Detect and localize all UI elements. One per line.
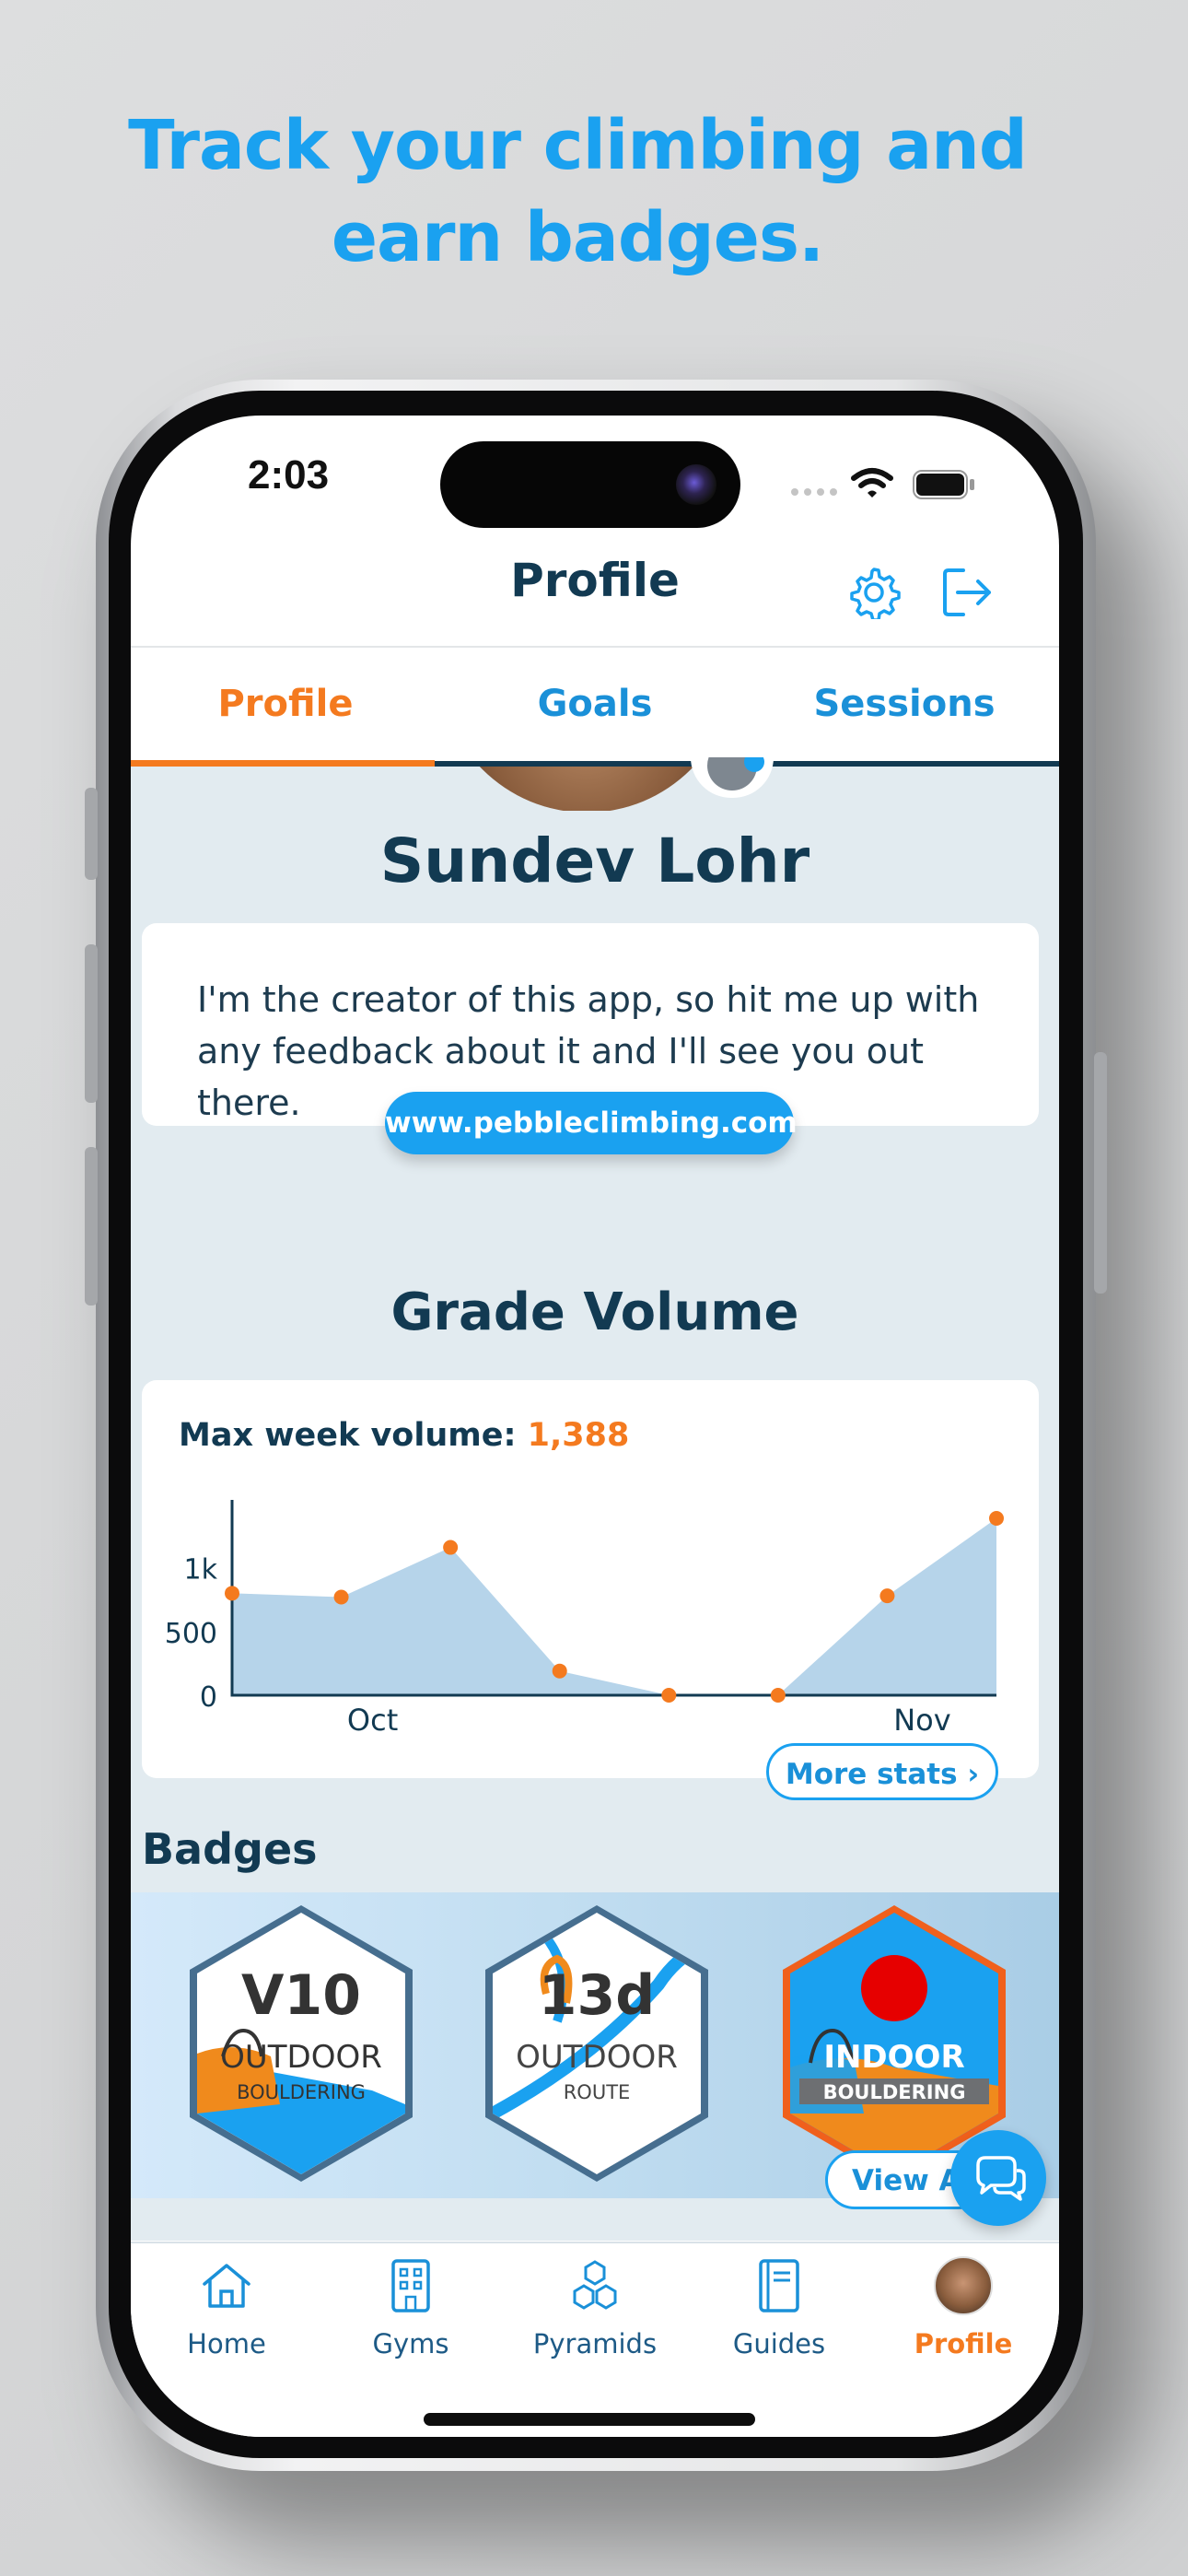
badge-line2: ROUTE [564,2081,631,2103]
volume-up-button [85,944,98,1103]
profile-photo[interactable] [439,767,734,811]
badge-line2: BOULDERING [237,2081,366,2103]
action-button [85,788,98,880]
headline-line-2: earn badges. [331,198,824,277]
nav-guides[interactable]: Guides [687,2249,871,2359]
badge-line1: INDOOR [823,2039,964,2076]
data-point [443,1540,459,1555]
app-screen: 2:03 Profile Profile Goals Sessions Sund… [131,416,1059,2437]
grade-volume-chart: 0 500 1k Oct Nov [165,1500,1004,1738]
badge-title: V10 [241,1963,361,2028]
max-week-volume-value: 1,388 [527,1417,630,1454]
nav-home-label: Home [187,2328,266,2359]
nav-pyramids[interactable]: Pyramids [503,2249,687,2359]
nav-pyramids-label: Pyramids [532,2328,658,2359]
data-point [989,1511,1004,1526]
y-tick-label: 0 [200,1681,217,1714]
badge-title: 13d [539,1963,655,2028]
status-time: 2:03 [248,452,330,498]
website-link-button[interactable]: www.pebbleclimbing.com [385,1092,798,1154]
chevron-right-icon: › [967,1758,980,1791]
home-indicator [424,2413,755,2426]
more-stats-label: More stats [785,1758,958,1791]
tab-sessions[interactable]: Sessions [750,683,1059,725]
signal-icon [791,488,837,496]
nav-guides-label: Guides [732,2328,826,2359]
nav-profile[interactable]: Profile [871,2249,1055,2359]
wifi-icon [851,468,893,498]
nav-profile-label: Profile [914,2328,1013,2359]
chat-bubbles-icon [976,2156,1026,2201]
tab-goals[interactable]: Goals [440,683,750,725]
y-tick-label: 1k [184,1554,218,1587]
volume-area [232,1518,996,1695]
max-week-volume: Max week volume: 1,388 [179,1417,629,1454]
x-tick-label: Nov [893,1703,950,1738]
hexagons-icon [573,2260,617,2310]
data-point [879,1588,895,1604]
logout-icon[interactable] [941,567,995,618]
badges-title: Badges [142,1824,318,1874]
tab-profile[interactable]: Profile [131,683,440,725]
more-stats-button[interactable]: More stats › [766,1743,998,1800]
max-week-volume-label: Max week volume: [179,1417,517,1454]
book-icon [759,2259,799,2313]
badge-13d-outdoor-route[interactable]: 13d OUTDOOR ROUTE [465,1892,728,2198]
avatar [934,2256,993,2315]
header-divider [131,646,1059,648]
home-icon [203,2264,250,2308]
page-title: Profile [510,554,680,607]
nav-home[interactable]: Home [134,2249,319,2359]
data-point [770,1688,786,1703]
nav-gyms-label: Gyms [372,2328,449,2359]
headline-line-1: Track your climbing and [128,106,1028,185]
building-icon [391,2259,430,2313]
badge-line1: OUTDOOR [220,2039,382,2076]
data-point [225,1586,239,1601]
gear-icon[interactable] [847,566,901,619]
profile-content: Sundev Lohr I'm the creator of this app,… [131,757,1059,2241]
y-tick-label: 500 [165,1618,217,1650]
nav-gyms[interactable]: Gyms [319,2249,503,2359]
chat-button[interactable] [950,2130,1046,2226]
data-point [552,1663,567,1679]
badge-line1: OUTDOOR [516,2039,678,2076]
badge-line2: BOULDERING [823,2081,966,2103]
front-camera [676,464,716,505]
marketing-headline: Track your climbing and earn badges. [0,100,1155,284]
data-point [661,1688,677,1703]
grade-volume-title: Grade Volume [390,1282,799,1342]
user-name: Sundev Lohr [379,825,810,896]
badge-v10-outdoor-bouldering[interactable]: V10 OUTDOOR BOULDERING [169,1892,433,2198]
volume-down-button [85,1147,98,1306]
power-button [1094,1052,1107,1294]
x-tick-label: Oct [347,1703,398,1738]
data-point [333,1589,349,1605]
tab-active-indicator [131,760,435,767]
battery-icon [913,470,974,499]
